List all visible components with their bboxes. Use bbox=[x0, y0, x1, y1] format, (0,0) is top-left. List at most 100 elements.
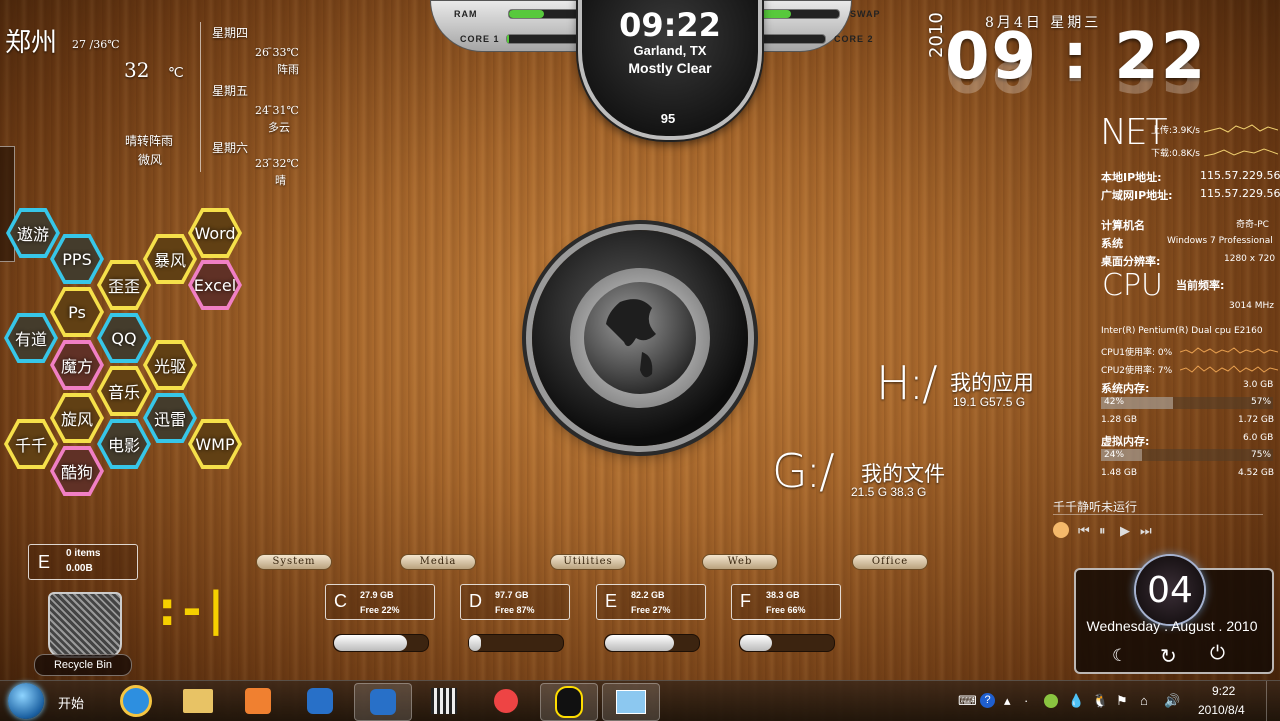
flag-icon[interactable]: ⚑ bbox=[1116, 693, 1128, 709]
show-desktop-button[interactable] bbox=[1266, 681, 1280, 721]
taskbar-maxthon-2[interactable] bbox=[354, 683, 412, 721]
next-icon[interactable]: ⏭ bbox=[1140, 523, 1152, 539]
dot-icon[interactable]: · bbox=[1024, 693, 1028, 708]
taskbar-app-fan[interactable] bbox=[478, 683, 534, 719]
cpu-name: Inter(R) Pentium(R) Dual cpu E2160 bbox=[1101, 326, 1263, 336]
taskbar-qq[interactable] bbox=[540, 683, 598, 721]
hex-app-movie[interactable]: 电影 bbox=[97, 419, 151, 469]
taskbar-ie[interactable] bbox=[108, 683, 164, 719]
hex-app-ttplayer[interactable]: 千千 bbox=[4, 419, 58, 469]
taskbar-date[interactable]: 2010/8/4 bbox=[1198, 703, 1245, 717]
drive-h-name[interactable]: 我的应用 bbox=[950, 367, 1034, 397]
show-hidden-icon[interactable]: ▴ bbox=[1004, 693, 1011, 709]
forecast-day-2: 星期五 bbox=[212, 84, 249, 98]
volume-icon[interactable]: 🔊 bbox=[1164, 693, 1180, 709]
hex-app-youdao[interactable]: 有道 bbox=[4, 313, 58, 363]
sleep-icon[interactable]: ☾ bbox=[1112, 646, 1127, 666]
drive-g-letter[interactable]: G:/ bbox=[772, 444, 835, 498]
virtual-memory-bar bbox=[1101, 449, 1273, 461]
tab-utilities[interactable]: Utilities bbox=[550, 554, 626, 570]
right-year: 2010 bbox=[926, 12, 947, 58]
tab-media[interactable]: Media bbox=[400, 554, 476, 570]
power-icon[interactable]: ⏻ bbox=[1210, 643, 1225, 665]
restart-icon[interactable]: ↻ bbox=[1160, 644, 1177, 669]
drive-h-letter[interactable]: H:/ bbox=[876, 356, 938, 410]
forecast-day-3: 星期六 bbox=[212, 141, 249, 155]
hex-app-wmp[interactable]: WMP bbox=[188, 419, 242, 469]
taskbar-app-window[interactable] bbox=[602, 683, 660, 721]
hex-app-photoshop[interactable]: Ps bbox=[50, 287, 104, 337]
swap-label: SWAP bbox=[850, 9, 881, 19]
hex-app-excel[interactable]: Excel bbox=[188, 260, 242, 310]
recycle-bin-icon[interactable] bbox=[48, 592, 122, 658]
player-icon[interactable] bbox=[1053, 522, 1069, 538]
start-label[interactable]: 开始 bbox=[58, 693, 84, 712]
ram-bar bbox=[508, 9, 588, 19]
memory-bar bbox=[1101, 397, 1273, 409]
taskbar-time[interactable]: 9:22 bbox=[1212, 684, 1235, 698]
recycle-bin-label[interactable]: Recycle Bin bbox=[34, 654, 132, 676]
recycle-items: 0 items bbox=[66, 548, 101, 559]
ram-label: RAM bbox=[454, 9, 478, 19]
virtual-memory-label: 虚拟内存: bbox=[1101, 435, 1150, 448]
tab-web[interactable]: Web bbox=[702, 554, 778, 570]
taskbar: 开始 ⌨ ? ▴ · 💧 🐧 ⚑ ⌂ 🔊 9:22 2010/8/4 bbox=[0, 680, 1280, 721]
forecast-desc-2: 多云 bbox=[268, 121, 290, 134]
forecast-desc-3: 晴 bbox=[275, 174, 286, 187]
tab-office[interactable]: Office bbox=[852, 554, 928, 570]
taskbar-media-player[interactable] bbox=[230, 683, 286, 719]
forecast-desc-1: 阵雨 bbox=[277, 63, 299, 76]
pause-icon[interactable]: ⏸ bbox=[1099, 523, 1106, 539]
start-orb-icon[interactable] bbox=[8, 683, 44, 719]
weather-desc: 晴转阵雨 bbox=[125, 134, 174, 148]
hex-app-xuanfeng[interactable]: 旋风 bbox=[50, 393, 104, 443]
music-status: 千千静听未运行 bbox=[1053, 500, 1138, 514]
forecast-range-1: 26 ̄33℃ bbox=[255, 46, 299, 59]
drive-g-name[interactable]: 我的文件 bbox=[861, 458, 945, 488]
hex-app-guangqu[interactable]: 光驱 bbox=[143, 340, 197, 390]
network-icon[interactable]: ⌂ bbox=[1140, 693, 1148, 708]
media-player-icon bbox=[245, 688, 271, 714]
hex-app-music[interactable]: 音乐 bbox=[97, 366, 151, 416]
taskbar-maxthon-1[interactable] bbox=[292, 683, 348, 719]
smile-widget: :-| bbox=[158, 582, 231, 636]
tab-system[interactable]: System bbox=[256, 554, 332, 570]
gauge-temperature: 95 bbox=[660, 111, 676, 126]
hex-app-mofang[interactable]: 魔方 bbox=[50, 340, 104, 390]
taskbar-app-qrcode[interactable] bbox=[416, 683, 472, 719]
memory-label: 系统内存: bbox=[1101, 382, 1150, 395]
hex-app-xunlei[interactable]: 迅雷 bbox=[143, 393, 197, 443]
security-icon[interactable] bbox=[1044, 694, 1058, 708]
maxthon-icon bbox=[307, 688, 333, 714]
drive-f[interactable]: F 38.3 GB Free 66% bbox=[731, 584, 841, 620]
prev-icon[interactable]: ⏮ bbox=[1078, 523, 1090, 539]
drive-c[interactable]: C 27.9 GB Free 22% bbox=[325, 584, 435, 620]
core1-label: CORE 1 bbox=[460, 34, 500, 44]
keyboard-icon[interactable]: ⌨ bbox=[958, 693, 977, 709]
hex-app-yy[interactable]: 歪歪 bbox=[97, 260, 151, 310]
forecast-day-1: 星期四 bbox=[212, 26, 249, 40]
folder-icon bbox=[183, 689, 213, 713]
qq-tray-icon[interactable]: 🐧 bbox=[1092, 693, 1108, 709]
hex-app-baofeng[interactable]: 暴风 bbox=[143, 234, 197, 284]
gauge-time: 09:22 bbox=[619, 6, 721, 44]
wan-ip-label: 广域网IP地址: bbox=[1101, 189, 1173, 202]
help-icon[interactable]: ? bbox=[980, 693, 995, 708]
hex-app-pps[interactable]: PPS bbox=[50, 234, 104, 284]
hex-app-word[interactable]: Word bbox=[188, 208, 242, 258]
drop-icon[interactable]: 💧 bbox=[1068, 693, 1084, 709]
wan-ip: 115.57.229.56 bbox=[1200, 187, 1280, 200]
play-icon[interactable]: ▶ bbox=[1120, 523, 1130, 539]
drive-f-usage bbox=[739, 634, 835, 652]
core1-bar bbox=[506, 34, 584, 44]
drive-e[interactable]: E 82.2 GB Free 27% bbox=[596, 584, 706, 620]
hex-app-qq[interactable]: QQ bbox=[97, 313, 151, 363]
computer-name: 奇奇-PC bbox=[1236, 220, 1269, 230]
taskbar-explorer[interactable] bbox=[170, 683, 226, 719]
forecast-range-2: 24 ̄31℃ bbox=[255, 104, 299, 117]
date-full: Wednesday . August . 2010 bbox=[1086, 618, 1258, 634]
drive-d[interactable]: D 97.7 GB Free 87% bbox=[460, 584, 570, 620]
globe-launcher[interactable] bbox=[532, 230, 748, 446]
weather-range: 27 /36℃ bbox=[72, 38, 120, 51]
hex-app-kugou[interactable]: 酷狗 bbox=[50, 446, 104, 496]
